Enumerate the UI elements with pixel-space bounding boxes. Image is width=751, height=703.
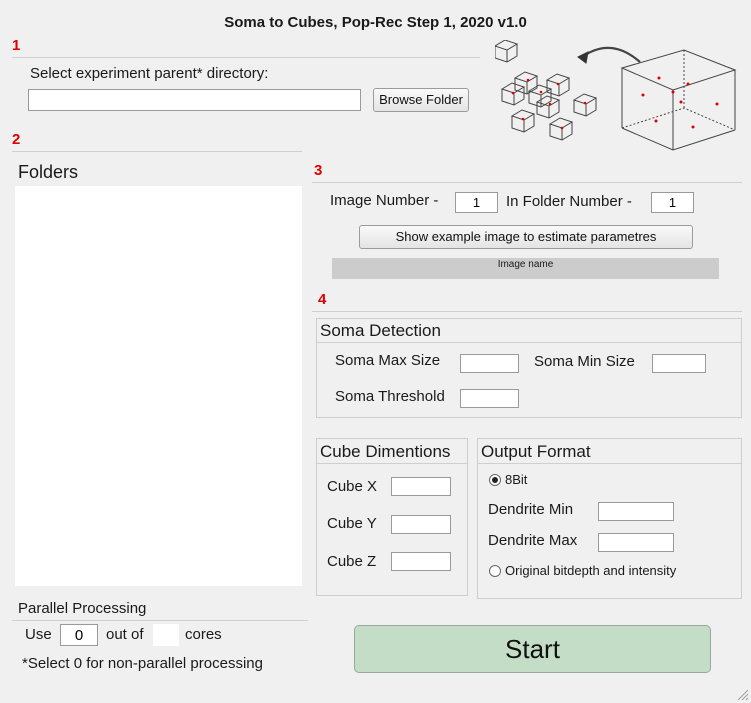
in-folder-number-label: In Folder Number - [506, 193, 632, 210]
soma-min-size-label: Soma Min Size [534, 353, 635, 370]
soma-threshold-input[interactable] [460, 389, 519, 408]
dendrite-min-input[interactable] [598, 502, 674, 521]
original-bitdepth-label: Original bitdepth and intensity [505, 563, 677, 578]
folders-title: Folders [18, 162, 79, 182]
cube-z-input[interactable] [391, 552, 451, 571]
image-name-display: Image name [332, 258, 719, 279]
soma-detection-title-divider [317, 342, 741, 343]
parallel-note: *Select 0 for non-parallel processing [22, 655, 263, 672]
soma-max-size-input[interactable] [460, 354, 519, 373]
dendrite-min-label: Dendrite Min [488, 501, 574, 518]
folders-listbox[interactable] [15, 186, 302, 586]
directory-prompt: Select experiment parent* directory: [30, 65, 269, 82]
show-example-image-button[interactable]: Show example image to estimate parametre… [359, 225, 693, 249]
soma-max-size-label: Soma Max Size [335, 352, 441, 369]
out-of-label: out of [106, 626, 144, 643]
cube-x-label: Cube X [327, 478, 378, 495]
cube-dimensions-title: Cube Dimentions [320, 442, 451, 461]
step-number-3: 3 [314, 162, 323, 179]
parallel-processing-title: Parallel Processing [18, 600, 147, 617]
use-cores-input[interactable] [60, 624, 98, 646]
original-bitdepth-radio[interactable] [489, 565, 501, 577]
resize-grip-icon[interactable] [737, 689, 749, 701]
section3-divider [312, 182, 742, 183]
cube-y-label: Cube Y [327, 515, 377, 532]
dendrite-max-label: Dendrite Max [488, 532, 578, 549]
browse-folder-button[interactable]: Browse Folder [373, 88, 469, 112]
section2-divider [12, 151, 302, 152]
cores-label: cores [185, 626, 222, 643]
section4-divider [312, 311, 742, 312]
total-cores-value [153, 624, 179, 646]
cube-z-label: Cube Z [327, 553, 377, 570]
8bit-label: 8Bit [505, 472, 528, 487]
in-folder-number-input[interactable] [651, 192, 694, 213]
cube-x-input[interactable] [391, 477, 451, 496]
step-number-1: 1 [12, 37, 21, 54]
step-number-2: 2 [12, 131, 21, 148]
step-number-4: 4 [318, 291, 327, 308]
dendrite-max-input[interactable] [598, 533, 674, 552]
section1-divider [12, 57, 480, 58]
soma-min-size-input[interactable] [652, 354, 706, 373]
cube-split-illustration-icon [495, 40, 737, 151]
parallel-divider [12, 620, 308, 621]
8bit-radio[interactable] [489, 474, 501, 486]
use-label: Use [25, 626, 52, 643]
app-title: Soma to Cubes, Pop-Rec Step 1, 2020 v1.0 [224, 14, 527, 31]
soma-detection-title: Soma Detection [320, 321, 441, 340]
soma-threshold-label: Soma Threshold [335, 388, 445, 405]
start-button[interactable]: Start [354, 625, 711, 673]
directory-path-input[interactable] [28, 89, 361, 111]
image-number-input[interactable] [455, 192, 498, 213]
image-number-label: Image Number - [330, 192, 439, 209]
cube-dimensions-title-divider [317, 463, 467, 464]
output-format-title-divider [478, 463, 741, 464]
output-format-title: Output Format [481, 442, 591, 461]
cube-y-input[interactable] [391, 515, 451, 534]
